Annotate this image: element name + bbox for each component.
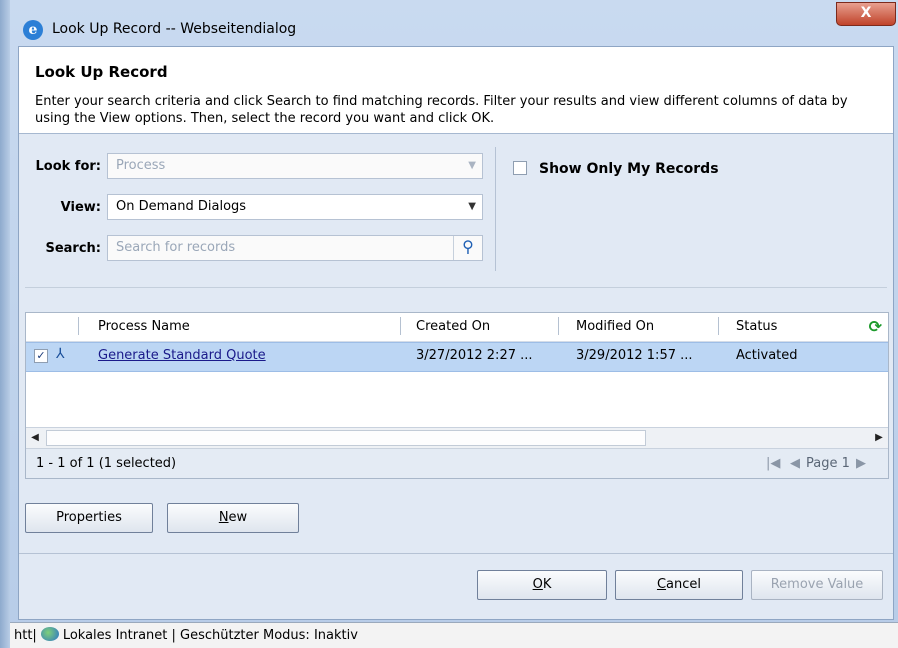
dialog-window: e Look Up Record -- Webseitendialog X Lo… [0, 0, 898, 648]
remove-value-button[interactable]: Remove Value [751, 570, 883, 600]
ok-accesskey: O [532, 577, 543, 592]
column-divider [718, 317, 719, 335]
column-divider [78, 317, 79, 335]
record-link[interactable]: Generate Standard Quote [98, 348, 266, 363]
status-bar: htt| Lokales Intranet | Geschützter Modus… [10, 622, 898, 648]
dialog-header: Look Up Record Enter your search criteri… [19, 47, 893, 134]
table-row[interactable]: ✓ ⅄ Generate Standard Quote 3/27/2012 2:… [26, 342, 888, 372]
page-title: Look Up Record [35, 63, 168, 81]
column-status[interactable]: Status [736, 319, 777, 334]
column-created-on[interactable]: Created On [416, 319, 490, 334]
previous-page-icon[interactable]: ◀ [790, 456, 800, 471]
scroll-left-icon[interactable]: ◀ [26, 428, 44, 448]
look-for-label: Look for: [35, 159, 101, 174]
grid-header: Process Name Created On Modified On Stat… [26, 313, 888, 342]
browser-icon: e [23, 20, 43, 40]
status-text: Lokales Intranet | Geschützter Modus: In… [62, 628, 358, 643]
process-icon: ⅄ [56, 346, 65, 362]
chevron-down-icon[interactable]: ▼ [468, 195, 476, 219]
view-select[interactable]: On Demand Dialogs ▼ [107, 194, 483, 220]
new-button[interactable]: New [167, 503, 299, 533]
view-value: On Demand Dialogs [116, 199, 247, 214]
first-page-icon[interactable]: |◀ [766, 456, 780, 471]
footer-divider [19, 553, 893, 554]
horizontal-scrollbar[interactable]: ◀ ▶ [26, 427, 888, 448]
created-on-cell: 3/27/2012 2:27 ... [416, 348, 533, 363]
dialog-body: Look Up Record Enter your search criteri… [18, 46, 894, 620]
grid-footer: 1 - 1 of 1 (1 selected) |◀ ◀ Page 1 ▶ [26, 448, 888, 478]
show-my-records-checkbox[interactable] [513, 161, 527, 175]
new-label-rest: ew [228, 510, 248, 525]
status-url-fragment: htt| [14, 628, 37, 643]
form-divider [495, 147, 496, 271]
record-count: 1 - 1 of 1 (1 selected) [36, 456, 177, 471]
refresh-icon[interactable]: ⟳ [869, 317, 882, 336]
status-cell: Activated [736, 348, 798, 363]
cancel-accesskey: C [656, 577, 667, 592]
search-input[interactable]: Search for records ⚲ [107, 235, 483, 261]
intranet-zone-icon [40, 627, 59, 641]
search-label: Search: [45, 241, 101, 256]
look-for-value: Process [116, 158, 166, 173]
new-accesskey: N [218, 510, 229, 525]
window-title: Look Up Record -- Webseitendialog [52, 21, 297, 37]
column-divider [400, 317, 401, 335]
column-divider [558, 317, 559, 335]
cancel-button[interactable]: Cancel [615, 570, 743, 600]
row-checkbox[interactable]: ✓ [34, 349, 48, 363]
chevron-down-icon: ▼ [468, 160, 476, 171]
search-icon[interactable]: ⚲ [453, 236, 482, 260]
ok-label-rest: K [542, 577, 552, 592]
page-label: Page 1 [806, 456, 850, 471]
window-left-edge [0, 0, 10, 648]
section-divider [25, 287, 887, 288]
page-description: Enter your search criteria and click Sea… [35, 94, 848, 126]
column-modified-on[interactable]: Modified On [576, 319, 654, 334]
results-grid: Process Name Created On Modified On Stat… [25, 312, 889, 479]
cancel-label-rest: ancel [666, 577, 702, 592]
modified-on-cell: 3/29/2012 1:57 ... [576, 348, 693, 363]
properties-button[interactable]: Properties [25, 503, 153, 533]
close-button[interactable]: X [836, 2, 896, 26]
search-placeholder: Search for records [116, 240, 236, 255]
look-for-select: Process ▼ [107, 153, 483, 179]
title-bar[interactable]: e Look Up Record -- Webseitendialog X [10, 0, 898, 46]
scroll-right-icon[interactable]: ▶ [870, 428, 888, 448]
view-label: View: [60, 200, 101, 215]
show-my-records-label[interactable]: Show Only My Records [539, 161, 719, 177]
scroll-thumb[interactable] [46, 430, 646, 446]
ok-button[interactable]: OK [477, 570, 607, 600]
column-process-name[interactable]: Process Name [98, 319, 190, 334]
next-page-icon[interactable]: ▶ [856, 456, 866, 471]
